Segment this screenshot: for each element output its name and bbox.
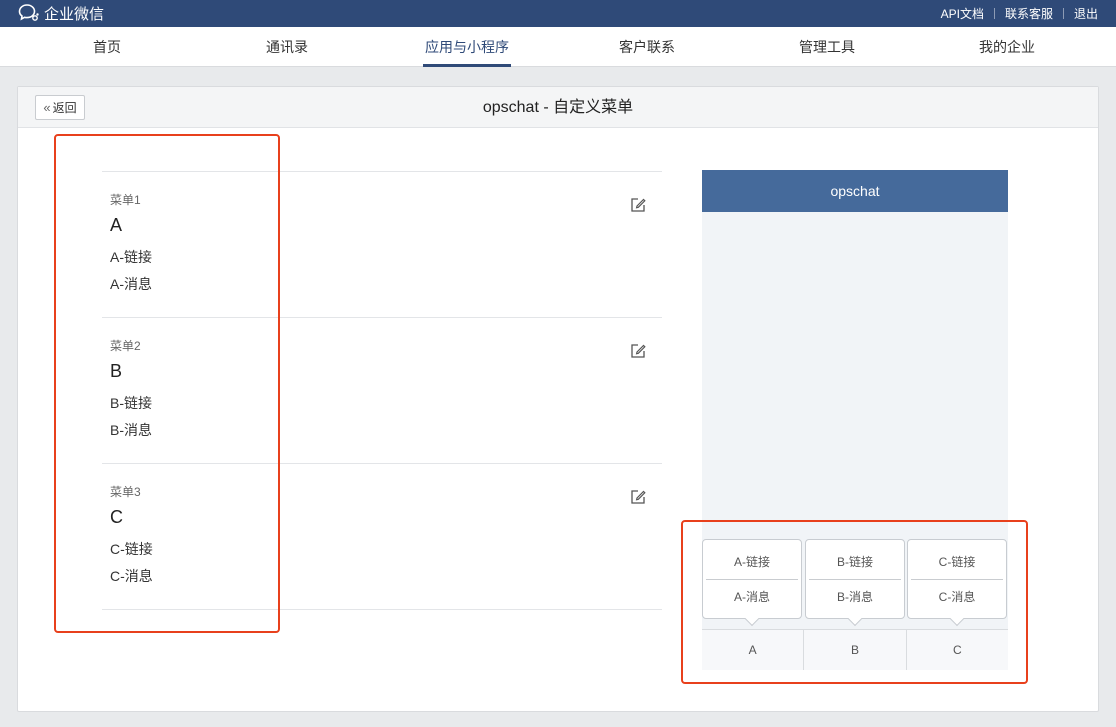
annotation-box [54, 134, 280, 633]
tab-customer-contact[interactable]: 客户联系 [612, 27, 682, 67]
logout-link[interactable]: 退出 [1064, 5, 1108, 22]
tab-my-company[interactable]: 我的企业 [972, 27, 1042, 67]
edit-icon[interactable] [629, 196, 647, 214]
tab-apps[interactable]: 应用与小程序 [423, 27, 511, 67]
custom-menu-panel: opschat - 自定义菜单 « 返回 菜单1 A A-链接 A-消息 菜单2… [17, 86, 1099, 712]
top-links: API文档 联系客服 退出 [931, 0, 1108, 27]
back-button-label: 返回 [52, 101, 77, 115]
brand-name: 企业微信 [44, 5, 105, 23]
chat-bubbles-logo-icon [18, 4, 39, 21]
top-bar: 企业微信 API文档 联系客服 退出 [0, 0, 1116, 27]
phone-title: opschat [702, 170, 1008, 212]
tab-management-tools[interactable]: 管理工具 [792, 27, 862, 67]
tab-home[interactable]: 首页 [78, 27, 136, 67]
main-nav: 首页 通讯录 应用与小程序 客户联系 管理工具 我的企业 [0, 27, 1116, 67]
api-docs-link[interactable]: API文档 [931, 5, 994, 22]
double-chevron-left-icon: « [43, 100, 51, 115]
panel-header: opschat - 自定义菜单 « 返回 [18, 87, 1098, 128]
page-title: opschat - 自定义菜单 [482, 99, 634, 116]
edit-icon[interactable] [629, 342, 647, 360]
tab-contacts[interactable]: 通讯录 [258, 27, 316, 67]
edit-icon[interactable] [629, 488, 647, 506]
back-button[interactable]: « 返回 [35, 95, 85, 120]
brand-logo[interactable]: 企业微信 [18, 2, 104, 24]
annotation-box [681, 520, 1028, 684]
contact-support-link[interactable]: 联系客服 [995, 5, 1063, 22]
